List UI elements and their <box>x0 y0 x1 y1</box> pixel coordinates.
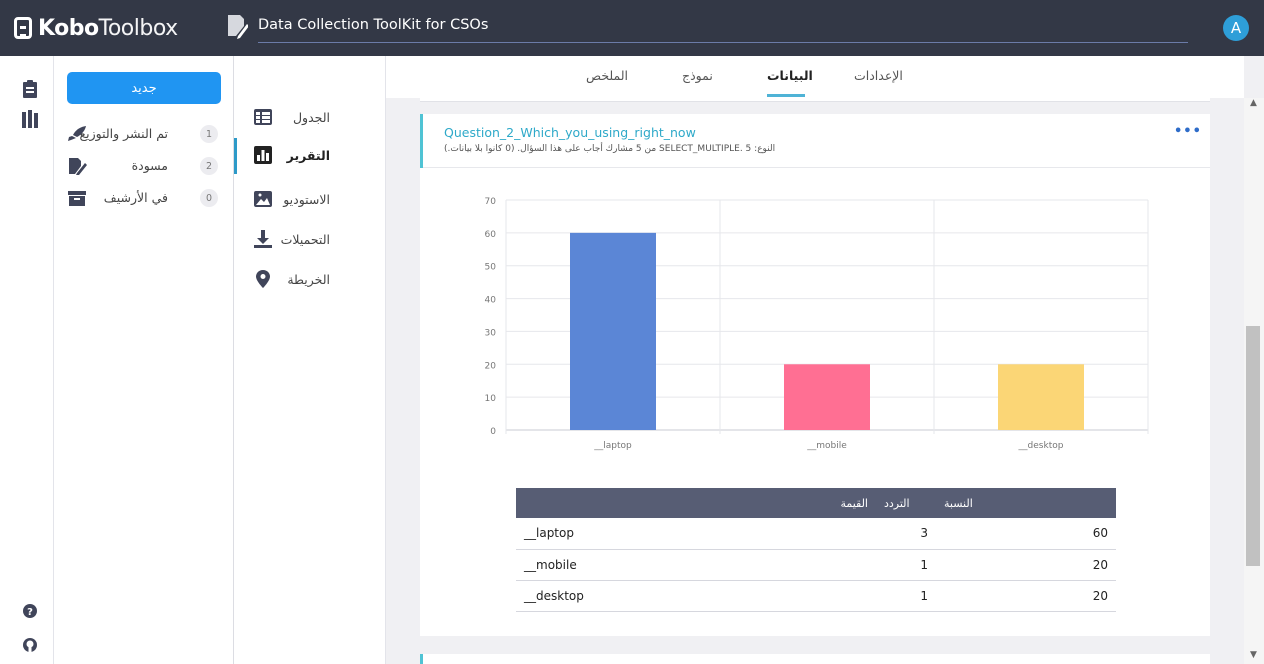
form-project-icon <box>228 15 248 39</box>
more-options-icon[interactable]: ••• <box>1174 124 1202 139</box>
tab-settings[interactable]: الإعدادات <box>854 68 903 83</box>
column-header-value: القيمة <box>516 488 876 518</box>
report-icon <box>254 146 272 164</box>
logo-text-bold: Kobo <box>38 15 99 41</box>
top-bar: Kobo Toolbox Data Collection ToolKit for … <box>0 0 1264 56</box>
row-frequency: 3 <box>876 518 936 550</box>
download-icon <box>254 230 272 248</box>
active-tab-indicator <box>767 94 805 97</box>
drawer-item-label: مسودة <box>131 158 168 173</box>
gallery-icon <box>254 191 272 207</box>
github-icon[interactable] <box>22 636 38 654</box>
row-value: __laptop <box>516 518 876 550</box>
drawer-item-deployed[interactable]: 1 تم النشر والتوزيع <box>54 118 234 148</box>
subnav-downloads[interactable]: التحميلات <box>234 222 386 258</box>
y-tick-label: 70 <box>485 197 497 207</box>
card-accent-bar <box>420 654 423 664</box>
card-accent-bar <box>420 114 423 168</box>
drawer-item-label: في الأرشيف <box>103 190 168 205</box>
library-icon[interactable] <box>22 110 38 128</box>
next-question-card <box>420 654 1210 664</box>
question-title: Question_2_Which_you_using_right_now <box>444 125 696 140</box>
subnav-map[interactable]: الخريطة <box>234 262 386 298</box>
bar-laptop <box>570 232 656 430</box>
icon-rail: ? <box>0 56 54 664</box>
tab-form[interactable]: نموذج <box>682 68 713 83</box>
drawer-item-archived[interactable]: 0 في الأرشيف <box>54 182 234 212</box>
subnav-label: الاستوديو <box>283 192 330 207</box>
tab-data[interactable]: البيانات <box>767 68 813 83</box>
table-row: __laptop 3 60 <box>516 518 1116 550</box>
row-percentage: 20 <box>936 580 1116 612</box>
x-tick-label: __laptop <box>593 441 632 451</box>
y-tick-label: 40 <box>485 296 497 306</box>
user-avatar[interactable]: A <box>1223 15 1249 41</box>
y-tick-label: 30 <box>485 328 497 338</box>
table-row: __mobile 1 20 <box>516 549 1116 581</box>
kobo-logo-icon <box>14 17 32 39</box>
new-project-button[interactable]: جديد <box>67 72 221 104</box>
bar-mobile <box>784 364 870 430</box>
main-scrollbar[interactable]: ▲ ▼ <box>1244 98 1264 664</box>
row-frequency: 1 <box>876 580 936 612</box>
drawer-item-draft[interactable]: 2 مسودة <box>54 150 234 180</box>
bar-chart: 0 10 20 30 40 50 60 70 __laptop __mobile __desktop <box>420 168 1210 468</box>
report-content: Question_2_Which_you_using_right_now من … <box>386 98 1244 664</box>
deployed-count-badge: 1 <box>200 125 218 143</box>
table-icon <box>254 109 272 125</box>
archive-icon <box>68 191 86 206</box>
bar-desktop <box>998 364 1084 430</box>
question-header: Question_2_Which_you_using_right_now من … <box>420 114 1210 168</box>
map-pin-icon <box>256 270 270 288</box>
question-subtitle: من 5 مشارك أجاب على هذا السؤال. (0 كانوا… <box>444 144 776 154</box>
draft-icon <box>69 158 87 175</box>
subnav-label: التحميلات <box>280 232 330 247</box>
table-row: __desktop 1 20 <box>516 580 1116 612</box>
question-report-card: Question_2_Which_you_using_right_now من … <box>420 114 1210 636</box>
subnav-label: الخريطة <box>287 272 330 287</box>
tab-summary[interactable]: الملخص <box>586 68 628 83</box>
data-subnav: الجدول التقرير الاستوديو التحميلات الخري… <box>234 56 386 664</box>
subnav-label: الجدول <box>292 110 330 125</box>
scroll-up-icon[interactable]: ▲ <box>1250 98 1257 108</box>
subnav-table[interactable]: الجدول <box>234 100 386 136</box>
y-tick-label: 20 <box>485 361 497 371</box>
archived-count-badge: 0 <box>200 189 218 207</box>
bar-chart-svg: 0 10 20 30 40 50 60 70 __laptop __mobile __desktop <box>485 197 1149 451</box>
kobo-logo[interactable]: Kobo Toolbox <box>14 13 178 43</box>
column-header-frequency: التردد <box>876 488 936 518</box>
row-value: __mobile <box>516 549 876 581</box>
row-percentage: 20 <box>936 549 1116 581</box>
row-value: __desktop <box>516 580 876 612</box>
frequency-table: القيمة التردد النسبة __laptop 3 60 __mob… <box>516 488 1116 612</box>
scroll-thumb[interactable] <box>1246 326 1260 566</box>
x-tick-label: __mobile <box>806 441 847 451</box>
logo-text-light: Toolbox <box>98 15 179 41</box>
form-tabs: الإعدادات البيانات نموذج الملخص <box>386 56 1244 98</box>
row-percentage: 60 <box>936 518 1116 550</box>
y-tick-label: 10 <box>485 394 497 404</box>
subnav-label: التقرير <box>286 148 330 163</box>
previous-question-card <box>420 98 1210 102</box>
help-icon[interactable]: ? <box>22 602 38 620</box>
column-header-percentage: النسبة <box>936 488 1116 518</box>
subnav-gallery[interactable]: الاستوديو <box>234 182 386 218</box>
rocket-icon <box>68 126 86 141</box>
y-tick-label: 60 <box>485 230 497 240</box>
table-header-row: القيمة التردد النسبة <box>516 488 1116 518</box>
draft-count-badge: 2 <box>200 157 218 175</box>
subnav-report[interactable]: التقرير <box>234 138 386 174</box>
drawer-item-label: تم النشر والتوزيع <box>79 126 168 141</box>
y-tick-label: 0 <box>490 427 496 437</box>
scroll-down-icon[interactable]: ▼ <box>1250 650 1257 660</box>
row-frequency: 1 <box>876 549 936 581</box>
svg-text:?: ? <box>27 607 33 618</box>
project-title[interactable]: Data Collection ToolKit for CSOs <box>258 17 1188 43</box>
projects-drawer: جديد 1 تم النشر والتوزيع 2 مسودة 0 في ال… <box>54 56 234 664</box>
x-tick-label: __desktop <box>1018 441 1064 451</box>
forms-icon[interactable] <box>22 80 38 98</box>
y-tick-label: 50 <box>485 263 497 273</box>
